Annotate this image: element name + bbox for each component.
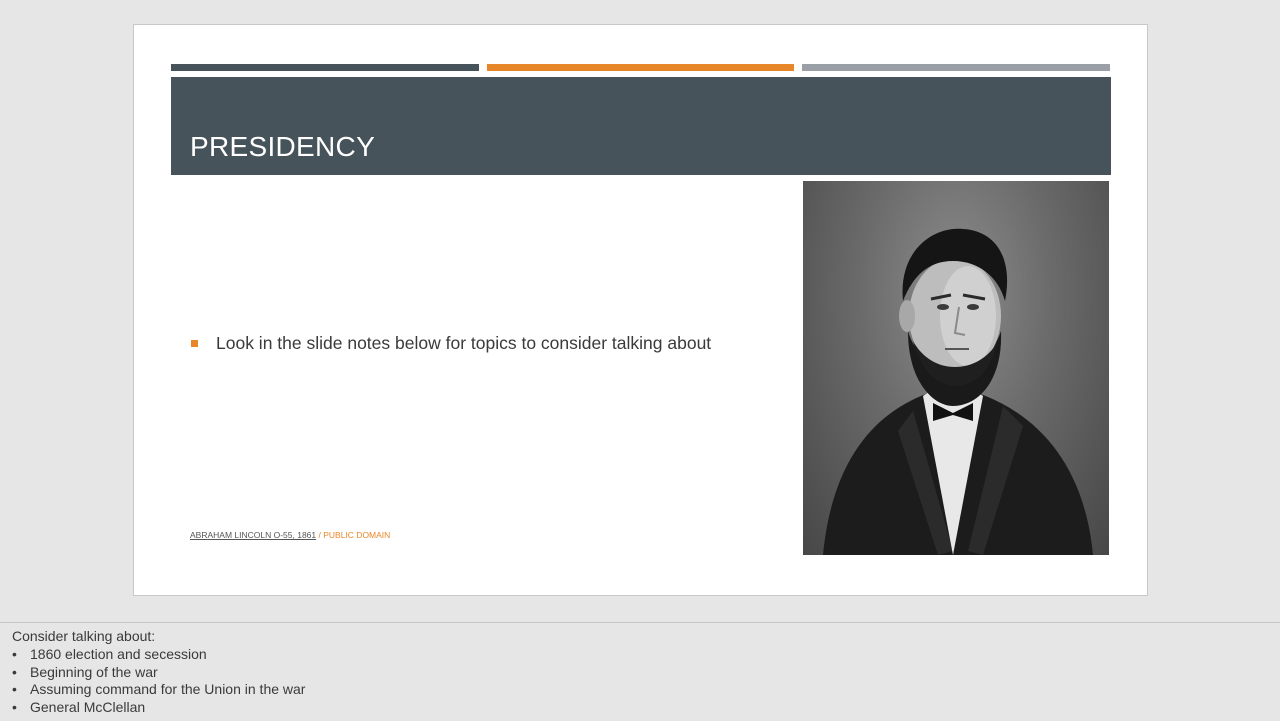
portrait-illustration [823, 228, 1093, 555]
notes-list[interactable]: • 1860 election and secession • Beginnin… [12, 646, 305, 717]
bullet-dot-icon: • [12, 681, 17, 698]
accent-bar-dark [171, 64, 479, 71]
portrait-photo[interactable] [803, 181, 1109, 555]
slide-canvas[interactable]: PRESIDENCY Look in the slide notes below… [133, 24, 1148, 596]
image-credit: ABRAHAM LINCOLN O-55, 1861 / PUBLIC DOMA… [190, 530, 390, 541]
notes-item-text[interactable]: 1860 election and secession [30, 646, 207, 664]
credit-link[interactable]: ABRAHAM LINCOLN O-55, 1861 [190, 530, 316, 540]
notes-item-text[interactable]: Assuming command for the Union in the wa… [30, 681, 305, 699]
slide-title[interactable]: PRESIDENCY [190, 130, 375, 164]
title-band[interactable]: PRESIDENCY [171, 77, 1111, 175]
bullet-dot-icon: • [12, 646, 17, 662]
notes-pane[interactable]: Consider talking about: • 1860 election … [0, 622, 1280, 721]
notes-item-text[interactable]: Beginning of the war [30, 664, 158, 682]
accent-bar-gray [802, 64, 1110, 71]
credit-license-link[interactable]: PUBLIC DOMAIN [323, 530, 390, 540]
bullet-square-icon [191, 339, 198, 347]
bullet-dot-icon: • [12, 663, 17, 680]
notes-list-item[interactable]: • General McClellan [12, 699, 305, 717]
notes-list-item[interactable]: • Beginning of the war [12, 664, 305, 682]
notes-list-item[interactable]: • Assuming command for the Union in the … [12, 681, 305, 699]
notes-item-text[interactable]: General McClellan [30, 699, 145, 717]
notes-heading[interactable]: Consider talking about: [12, 628, 155, 645]
accent-bar-orange [487, 64, 794, 71]
notes-list-item[interactable]: • 1860 election and secession [12, 646, 305, 664]
bullet-item[interactable]: Look in the slide notes below for topics… [191, 332, 711, 354]
bullet-text[interactable]: Look in the slide notes below for topics… [216, 332, 711, 354]
bullet-dot-icon: • [12, 699, 17, 716]
